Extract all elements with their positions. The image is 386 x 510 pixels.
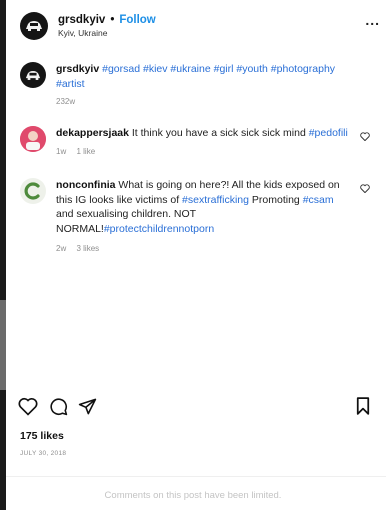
comment-text: It think you have a sick sick sick mind <box>131 127 306 139</box>
comment-hashtag[interactable]: #csam <box>303 194 334 206</box>
comments-limited-notice: Comments on this post have been limited. <box>104 490 282 501</box>
comment-hashtag[interactable]: #sextrafficking <box>182 194 249 206</box>
likes-count[interactable]: 175 likes <box>20 430 64 442</box>
comment-text: Promoting <box>251 193 300 206</box>
comment-item: nonconfinia What is going on here?! All … <box>20 178 376 257</box>
comment-hashtag[interactable]: #protectchildrennotporn <box>104 223 214 235</box>
comment-item: dekappersjaak It think you have a sick s… <box>20 126 376 159</box>
avatar[interactable] <box>20 178 46 204</box>
c-logo-icon <box>24 182 40 200</box>
scroll-indicator <box>0 300 6 390</box>
divider <box>6 476 386 477</box>
car-logo-icon <box>25 70 41 80</box>
caption-time: 232w <box>56 97 76 106</box>
heart-icon[interactable] <box>360 184 370 193</box>
comment-username[interactable]: dekappersjaak <box>56 127 129 139</box>
action-bar <box>18 397 374 419</box>
post-username[interactable]: grsdkyiv <box>58 14 105 26</box>
bookmark-icon[interactable] <box>356 397 370 415</box>
comment-likes[interactable]: 3 likes <box>76 244 99 253</box>
comment-likes[interactable]: 1 like <box>76 147 95 156</box>
comment-time: 1w <box>56 146 67 156</box>
avatar[interactable] <box>20 126 46 152</box>
avatar[interactable] <box>20 12 48 40</box>
post-header: grsdkyiv • Follow Kyiv, Ukraine <box>20 8 374 44</box>
location-link[interactable]: Kyiv, Ukraine <box>58 28 156 38</box>
follow-button[interactable]: Follow <box>119 14 155 26</box>
separator: • <box>110 14 115 26</box>
window-edge <box>0 0 6 510</box>
more-options-button[interactable]: ... <box>365 12 380 28</box>
comment-hashtag[interactable]: #pedofili <box>309 127 348 139</box>
profile-photo-icon <box>20 126 46 152</box>
comment-time: 2w <box>56 244 67 253</box>
heart-icon[interactable] <box>360 132 370 141</box>
caption-username[interactable]: grsdkyiv <box>56 63 99 75</box>
post-date: JULY 30, 2018 <box>20 450 67 457</box>
car-logo-icon <box>26 21 42 31</box>
avatar[interactable] <box>20 62 46 88</box>
comment-icon[interactable] <box>49 397 68 416</box>
comment-username[interactable]: nonconfinia <box>56 179 116 191</box>
share-icon[interactable] <box>78 397 97 416</box>
caption: grsdkyiv #gorsad #kiev #ukraine #girl #y… <box>20 62 376 110</box>
heart-icon[interactable] <box>18 397 38 416</box>
